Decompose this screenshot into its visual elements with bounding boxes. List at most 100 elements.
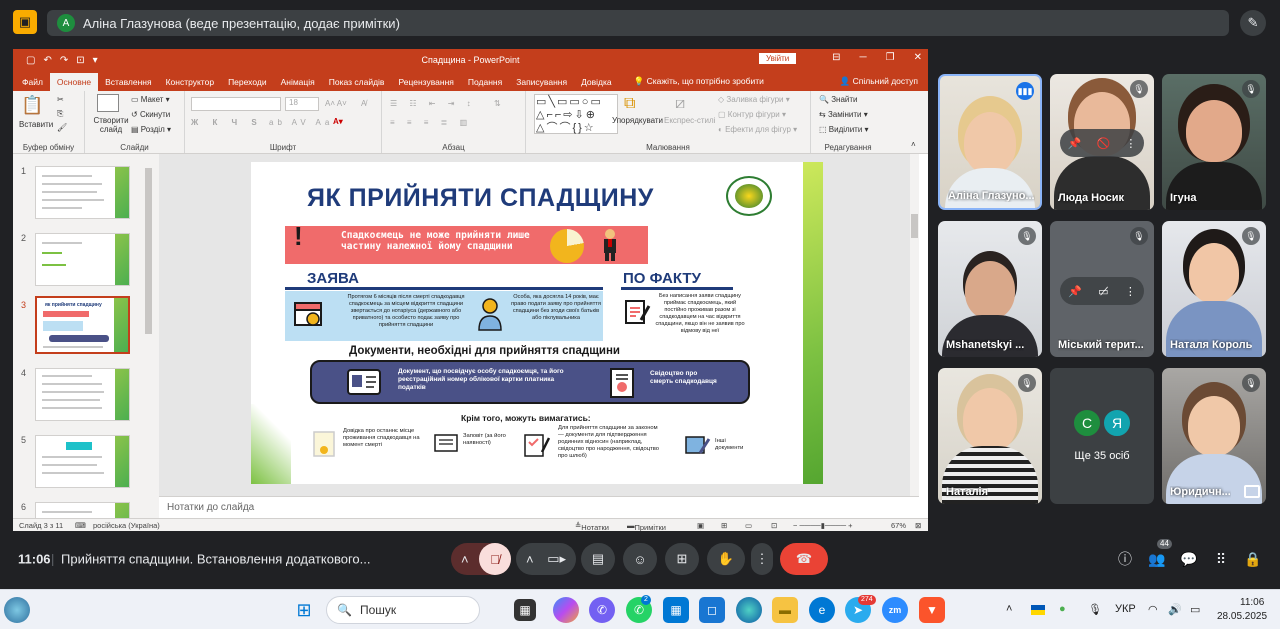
app-icon[interactable]: ◻ [699,597,725,623]
thumbnail-slide-2[interactable] [35,233,130,286]
shapes-gallery[interactable]: ▭╲▭▭○▭ △⌐⌐⇨⇩⊕ △⌒⌒{}☆ [534,94,618,134]
more-options-button[interactable]: ⋮ [751,543,773,575]
weather-widget-icon[interactable] [4,597,30,623]
clock-time[interactable]: 11:06 [1240,597,1264,608]
microphone-toggle[interactable]: ˄ 🎙̸ [451,543,511,575]
text-format-buttons[interactable]: Ж К Ч S [191,118,263,127]
scroll-thumb[interactable] [911,214,918,238]
copy-icon[interactable]: ⎘ [57,109,63,119]
tile-controls[interactable]: 📌 🚫 ⋮ [1060,129,1144,157]
paste-button[interactable]: Вставити [19,120,53,129]
tab-help[interactable]: Довідка [574,73,619,91]
emoji-button[interactable]: ☺ [623,543,657,575]
shape-fill-button[interactable]: ◇ Заливка фігури ▾ [718,95,790,104]
zoom-slider[interactable]: − ────▮──── + [793,521,853,530]
file-explorer-icon[interactable]: ▬ [772,597,798,623]
viber-icon[interactable]: ✆ [589,597,615,623]
more-icon[interactable]: ⋮ [1125,137,1136,150]
microphone-icon[interactable]: 🎙 [1088,603,1102,616]
thumbnail-slide-1[interactable] [35,166,130,219]
participant-tile[interactable]: 🎙 Наталя Король [1162,221,1266,357]
leave-call-button[interactable]: ☎ [780,543,828,575]
select-button[interactable]: ⬚ Виділити ▾ [819,125,869,134]
battery-icon[interactable]: ▭ [1190,603,1200,616]
shape-outline-button[interactable]: ▢ Контур фігури ▾ [718,110,786,119]
language-indicator[interactable]: УКР [1115,603,1136,615]
tab-recording[interactable]: Записування [509,73,574,91]
host-controls-icon[interactable]: 🔒 [1241,547,1265,571]
flag-icon[interactable] [1031,605,1045,615]
present-button[interactable]: ⊞ [665,543,699,575]
wifi-icon[interactable]: ◠ [1148,603,1158,616]
task-view-icon[interactable]: ▦ [514,599,536,621]
new-slide-button[interactable]: Створити слайд [91,116,131,134]
tab-review[interactable]: Рецензування [391,73,460,91]
taskbar-search[interactable]: 🔍 Пошук [326,596,480,624]
comments-toggle[interactable]: ▬ Примітки [627,521,666,531]
participant-tile[interactable]: 🎙 Ігуна [1162,74,1266,210]
participant-tile[interactable]: 🎙 Юридичн... [1162,368,1266,504]
signin-button[interactable]: Увійти [759,53,797,64]
sorter-view-icon[interactable]: ⊞ [721,521,727,530]
new-slide-icon[interactable] [97,94,119,112]
thumbnail-slide-6[interactable] [35,502,130,519]
thumbnail-scrollbar[interactable] [144,154,153,519]
spellcheck-icon[interactable]: ⌨ [75,521,86,530]
tab-home[interactable]: Основне [49,73,99,91]
cut-icon[interactable]: ✂ [57,95,64,104]
text-direction-icon[interactable]: ⇅ [494,99,501,108]
store-icon[interactable]: ▦ [663,597,689,623]
thumbnail-slide-3[interactable]: як прийняти спадщину [35,296,130,354]
font-family-select[interactable] [191,97,281,111]
notes-toggle[interactable]: ≜ Нотатки [575,521,609,531]
more-participants-tile[interactable]: С Я Ще 35 осіб [1050,368,1154,504]
notes-pane[interactable]: Нотатки до слайда [159,496,919,518]
mute-icon[interactable]: 🚫 [1096,137,1110,150]
tab-slideshow[interactable]: Показ слайдів [322,73,392,91]
save-icon[interactable]: ▢ [26,55,35,66]
slide-scrollbar[interactable] [910,154,919,496]
presentation-off-icon[interactable]: ▣ [13,10,37,34]
ribbon-display-icon[interactable]: ⊟ [832,52,840,63]
pip-icon[interactable] [1244,485,1260,498]
tab-file[interactable]: Файл [15,73,50,91]
tab-design[interactable]: Конструктор [159,73,221,91]
arrange-button[interactable]: Упорядкувати [612,116,663,125]
brave-icon[interactable]: ▼ [919,597,945,623]
more-icon[interactable]: ⋮ [1125,285,1136,298]
layout-button[interactable]: ▭ Макет ▾ [131,95,170,104]
font-color-icon[interactable]: A▾ [333,117,343,126]
windows-start-icon[interactable]: ⊞ [291,597,317,623]
paste-icon[interactable]: 📋 [21,95,43,116]
tab-insert[interactable]: Вставлення [98,73,158,91]
shape-effects-button[interactable]: ◐ Ефекти для фігур ▾ [718,125,797,134]
replace-button[interactable]: ⇆ Замінити ▾ [819,110,868,119]
maximize-icon[interactable]: ❐ [886,52,895,63]
thumbnail-slide-4[interactable] [35,368,130,421]
participant-tile[interactable]: 📌 ▭̸ ⋮ 🎙 Міський терит... [1050,221,1154,357]
current-slide[interactable]: ЯК ПРИЙНЯТИ СПАДЩИНУ ! Спадкоємець не мо… [251,162,823,484]
undo-icon[interactable]: ↶ [43,55,51,66]
camera-toggle[interactable]: ˄ ▭▸ [516,543,576,575]
tab-transitions[interactable]: Переходи [221,73,274,91]
edge-icon[interactable] [736,597,762,623]
zoom-app-icon[interactable]: zm [882,597,908,623]
raise-hand-button[interactable]: ✋ [707,543,745,575]
list-buttons[interactable]: ☰ ☷ ⇤ ⇥ ↕ [390,99,476,108]
activities-icon[interactable]: ⠿ [1209,547,1233,571]
pin-icon[interactable]: 📌 [1068,137,1082,150]
camera-off-icon[interactable]: ▭̸ [1098,285,1108,298]
participant-tile[interactable]: ▮▮▮ Аліна Глазуно... [938,74,1042,210]
shield-icon[interactable]: ● [1059,603,1066,615]
thumbnail-slide-5[interactable] [35,435,130,488]
participant-tile[interactable]: 📌 🚫 ⋮ 🎙 Люда Носик [1050,74,1154,210]
zoom-level[interactable]: 67% [891,521,906,530]
clock-date[interactable]: 28.05.2025 [1217,611,1267,622]
minimize-icon[interactable]: ─ [860,52,867,63]
chevron-down-icon[interactable]: ▾ [93,55,98,66]
camera-icon[interactable]: ▭▸ [547,551,566,567]
participant-tile[interactable]: 🎙 Наталія [938,368,1042,504]
chevron-up-icon[interactable]: ˄ [1006,603,1012,615]
font-size-select[interactable]: 18 [285,97,319,111]
present-icon[interactable]: ⊡ [76,55,84,66]
